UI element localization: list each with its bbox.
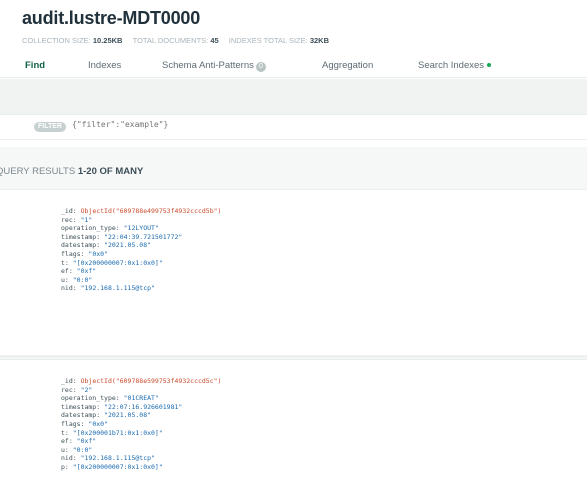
tab-count-badge: 0 <box>255 62 266 72</box>
field-row: u: "0:0" <box>61 275 93 284</box>
tab-find[interactable]: Find <box>25 60 45 71</box>
collection-header: audit.lustre-MDT0000 <box>22 8 200 29</box>
field-value: "2" <box>80 385 93 394</box>
field-key: operation_type <box>61 394 116 403</box>
field-key: timestamp <box>61 232 97 241</box>
document-separator <box>0 356 587 360</box>
field-row: _id: ObjectId("609788e499753f4932cccd5b"… <box>61 207 222 215</box>
field-value: "0x0" <box>88 419 108 428</box>
field-key: rec <box>61 385 73 394</box>
field-key: ef <box>61 267 69 276</box>
field-key: timestamp <box>61 402 97 411</box>
tab-indexes[interactable]: Indexes <box>88 60 121 71</box>
stat-value: 32KB <box>309 36 329 45</box>
field-value: "0xf" <box>76 267 97 276</box>
tab-search-indexes[interactable]: Search Indexes <box>418 60 492 71</box>
results-range: 1-20 OF MANY <box>77 166 144 177</box>
field-key: _id <box>61 377 73 385</box>
field-value: ObjectId("609788e599753f4932cccd5c") <box>80 377 222 385</box>
field-row: flags: "0x0" <box>61 249 108 258</box>
field-row: operation_type: "12LYOUT" <box>61 224 159 233</box>
stat-label: TOTAL DOCUMENTS: <box>132 36 209 45</box>
field-key: datestamp <box>61 241 97 250</box>
stat-collection-size: COLLECTION SIZE: 10.25KB <box>22 36 125 45</box>
tab-schema-anti-patterns[interactable]: Schema Anti-Patterns 0 <box>162 60 266 72</box>
stat-label: INDEXES TOTAL SIZE: <box>228 36 308 45</box>
field-key: flags <box>61 419 81 428</box>
status-dot-icon <box>487 63 492 67</box>
collection-stats: COLLECTION SIZE: 10.25KB TOTAL DOCUMENTS… <box>22 36 337 45</box>
tab-aggregation[interactable]: Aggregation <box>322 60 373 71</box>
query-results-label: QUERY RESULTS 1-20 OF MANY <box>0 166 143 177</box>
field-row: flags: "0x0" <box>61 419 108 428</box>
field-value: "192.168.1.115@tcp" <box>80 454 155 463</box>
field-row: t: "[0x200000007:0x1:0x0]" <box>61 258 163 267</box>
field-row: datestamp: "2021.05.08" <box>61 411 152 420</box>
field-value: "22:07:16.926601981" <box>104 402 183 411</box>
field-value: "[0x200000007:0x1:0x0]" <box>72 258 163 267</box>
document-fields: _id: ObjectId("609788e499753f4932cccd5b"… <box>61 207 221 293</box>
field-row: _id: ObjectId("609788e599753f4932cccd5c"… <box>61 377 222 385</box>
query-results-header: QUERY RESULTS 1-20 OF MANY <box>0 147 587 190</box>
tab-label: Search Indexes <box>418 60 485 71</box>
collection-title: audit.lustre-MDT0000 <box>22 8 201 28</box>
field-value: "2021.05.08" <box>104 411 152 420</box>
field-value: ObjectId("609788e499753f4932cccd5b") <box>80 207 222 215</box>
query-toolbar <box>0 79 587 115</box>
field-value: "192.168.1.115@tcp" <box>80 284 155 293</box>
field-row: u: "0:0" <box>61 445 93 454</box>
field-row: datestamp: "2021.05.08" <box>61 241 152 250</box>
field-row: ef: "0xf" <box>61 437 97 446</box>
field-value: "01CREAT" <box>123 394 159 403</box>
tab-label: Indexes <box>88 60 122 71</box>
tab-label: Aggregation <box>322 60 374 71</box>
field-value: "[0x200001b71:0x1:0x0]" <box>72 428 163 437</box>
document-card[interactable]: _id: ObjectId("609788e599753f4932cccd5c"… <box>0 361 587 504</box>
field-key: flags <box>61 249 81 258</box>
field-value: "0x0" <box>88 249 108 258</box>
tab-label: Schema Anti-Patterns <box>162 60 254 71</box>
field-row: rec: "1" <box>61 215 93 224</box>
field-value: "22:04:39.721501772" <box>104 232 183 241</box>
stat-indexes-total-size: INDEXES TOTAL SIZE: 32KB <box>229 36 329 45</box>
field-key: ef <box>61 437 69 446</box>
field-key: nid <box>61 284 73 293</box>
stat-total-documents: TOTAL DOCUMENTS: 45 <box>133 36 221 45</box>
filter-label-pill: FILTER <box>34 122 66 132</box>
field-row: rec: "2" <box>61 385 93 394</box>
field-row: ef: "0xf" <box>61 267 97 276</box>
field-key: rec <box>61 215 73 224</box>
field-value: "12LYOUT" <box>123 224 159 233</box>
filter-input[interactable] <box>72 120 372 129</box>
filter-bar: FILTER <box>0 116 587 140</box>
field-key: datestamp <box>61 411 97 420</box>
stat-value: 10.25KB <box>92 36 123 45</box>
collection-tabs: Find Indexes Schema Anti-Patterns 0 Aggre… <box>0 54 587 78</box>
field-key: nid <box>61 454 73 463</box>
stat-label: COLLECTION SIZE: <box>22 36 91 45</box>
field-value: "[0x200000007:0x1:0x0]" <box>72 462 163 471</box>
document-fields: _id: ObjectId("609788e599753f4932cccd5c"… <box>61 377 221 472</box>
field-row: operation_type: "01CREAT" <box>61 394 159 403</box>
field-row: nid: "192.168.1.115@tcp" <box>61 454 155 463</box>
field-key: operation_type <box>61 224 116 233</box>
field-value: "0:0" <box>72 445 93 454</box>
field-row: timestamp: "22:04:39.721501772" <box>61 232 183 241</box>
document-card[interactable]: _id: ObjectId("609788e499753f4932cccd5b"… <box>0 191 587 356</box>
field-row: timestamp: "22:07:16.926601981" <box>61 402 183 411</box>
field-key: _id <box>61 207 73 215</box>
field-value: "1" <box>80 215 93 224</box>
results-title: QUERY RESULTS <box>0 166 76 177</box>
field-value: "0:0" <box>72 275 93 284</box>
stat-value: 45 <box>210 36 219 45</box>
field-row: t: "[0x200001b71:0x1:0x0]" <box>61 428 163 437</box>
tab-label: Find <box>25 60 46 71</box>
field-row: nid: "192.168.1.115@tcp" <box>61 284 155 293</box>
field-value: "2021.05.08" <box>104 241 152 250</box>
field-row: p: "[0x200000007:0x1:0x0]" <box>61 462 163 471</box>
field-value: "0xf" <box>76 437 97 446</box>
